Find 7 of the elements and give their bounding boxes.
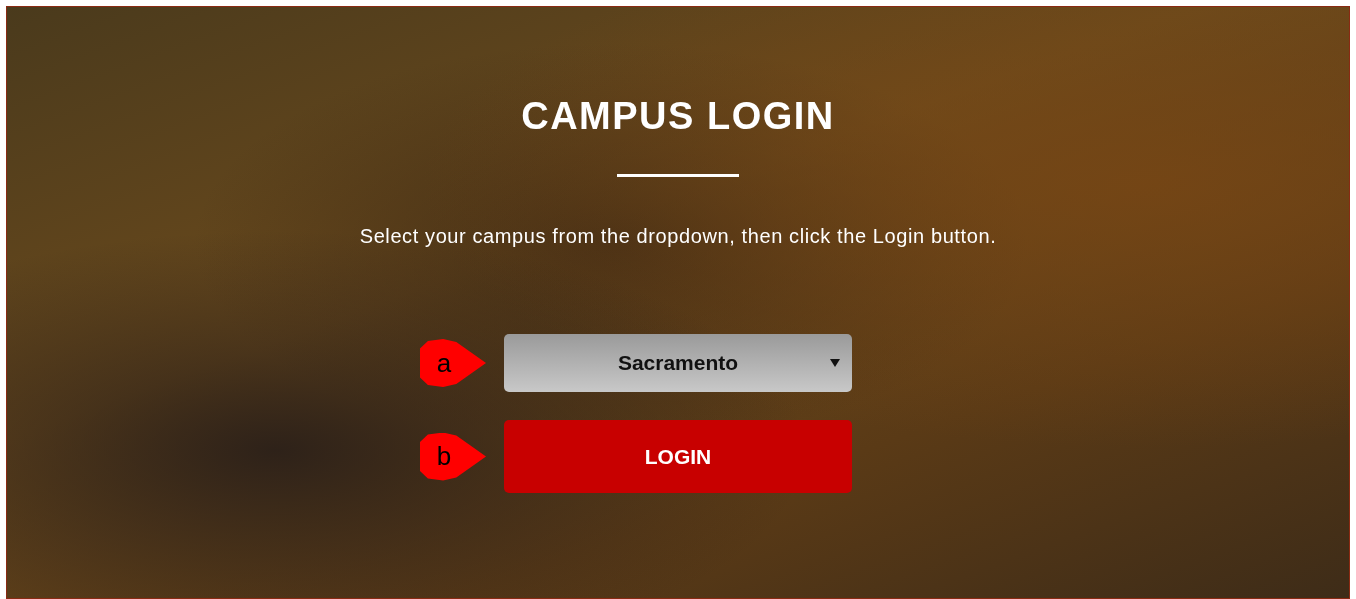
login-button[interactable]: LOGIN xyxy=(504,420,852,493)
callout-marker: b xyxy=(420,432,486,481)
dropdown-caret-icon xyxy=(830,358,840,368)
callout-marker: a xyxy=(420,339,486,387)
instruction-text: Select your campus from the dropdown, then click the Login button. xyxy=(359,225,997,248)
page-title: CAMPUS LOGIN xyxy=(521,95,835,138)
campus-dropdown[interactable]: Sacramento xyxy=(504,334,852,392)
